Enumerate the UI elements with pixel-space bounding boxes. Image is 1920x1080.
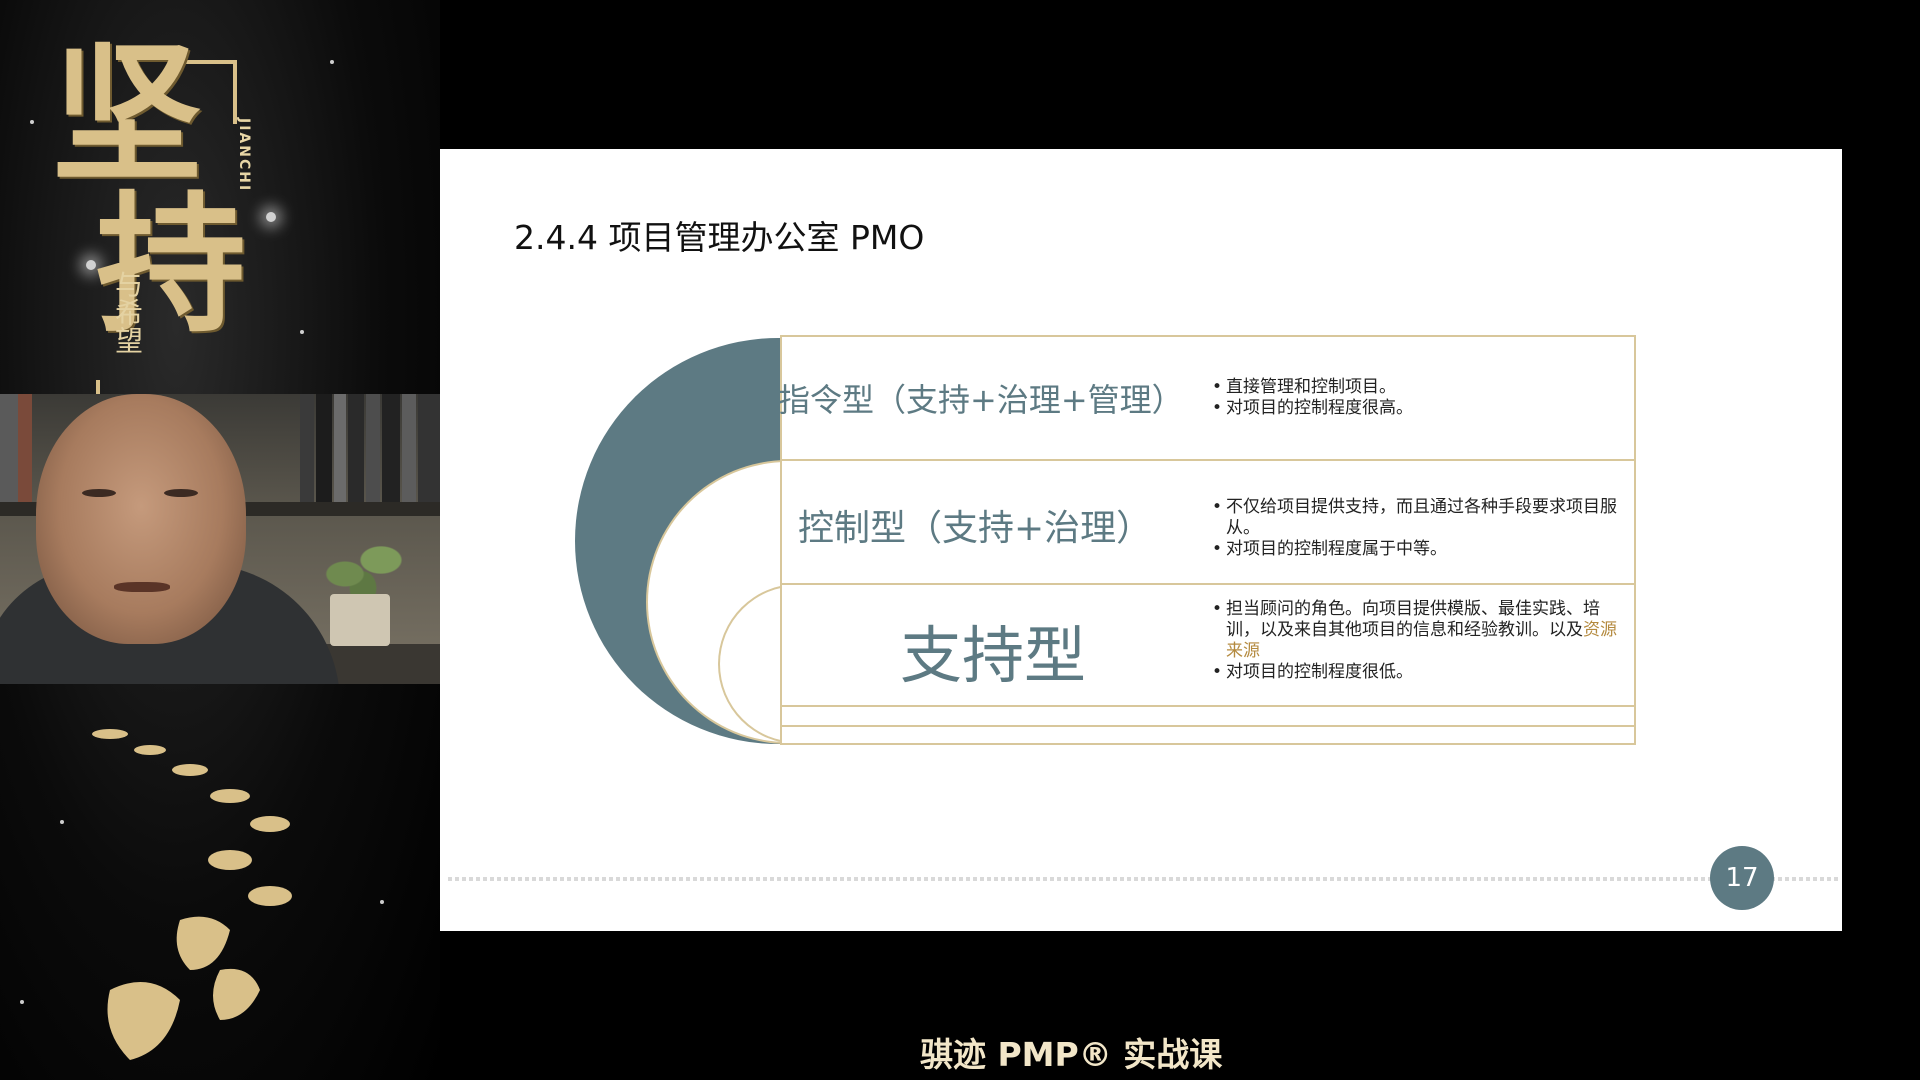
webcam-video: [0, 394, 440, 684]
dotted-divider: [448, 877, 1838, 881]
page-number-badge: 17: [1710, 846, 1774, 910]
eye: [164, 489, 198, 497]
star-decoration: [330, 60, 334, 64]
pmo-type-label: 控制型（支持+治理）: [798, 508, 1153, 549]
plant: [318, 532, 408, 602]
bullet-list: 不仅给项目提供支持，而且通过各种手段要求项目服从。 对项目的控制程度属于中等。: [1212, 497, 1622, 560]
bullet-item: 不仅给项目提供支持，而且通过各种手段要求项目服从。: [1212, 497, 1622, 539]
star-decoration: [60, 820, 64, 824]
person-face: [36, 394, 246, 644]
pmo-row-controlling: 控制型（支持+治理） 不仅给项目提供支持，而且通过各种手段要求项目服从。 对项目…: [780, 459, 1636, 585]
footprints-illustration: [92, 729, 292, 1060]
pmo-row-empty: [780, 725, 1636, 745]
eye: [82, 489, 116, 497]
bullet-item: 对项目的控制程度很高。: [1212, 398, 1622, 419]
pmo-type-label: 支持型: [900, 619, 1087, 692]
bullet-item: 担当顾问的角色。向项目提供模版、最佳实践、培训，以及来自其他项目的信息和经验教训…: [1212, 599, 1622, 662]
star-decoration: [266, 212, 276, 222]
star-decoration: [20, 1000, 24, 1004]
bullet-list: 直接管理和控制项目。 对项目的控制程度很高。: [1212, 377, 1622, 419]
pinyin-label: JIANCHI: [236, 118, 252, 193]
bullet-item: 对项目的控制程度很低。: [1212, 662, 1622, 683]
plant-pot: [330, 594, 390, 646]
bullet-item: 直接管理和控制项目。: [1212, 377, 1622, 398]
star-decoration: [30, 120, 34, 124]
pmo-row-directive: 指令型（支持+治理+管理） 直接管理和控制项目。 对项目的控制程度很高。: [778, 335, 1636, 461]
mouth: [114, 582, 170, 592]
pmo-row-supportive: 支持型 担当顾问的角色。向项目提供模版、最佳实践、培训，以及来自其他项目的信息和…: [780, 583, 1636, 707]
subtitle-label: 与希望: [111, 270, 144, 354]
star-decoration: [380, 900, 384, 904]
bullet-text: 担当顾问的角色。向项目提供模版、最佳实践、培训，以及来自其他项目的信息和经验教训…: [1226, 599, 1600, 640]
calligraphy-char: 坚: [52, 27, 202, 203]
slide-title: 2.4.4 项目管理办公室 PMO: [514, 218, 925, 257]
star-decoration: [300, 330, 304, 334]
bullet-item: 对项目的控制程度属于中等。: [1212, 539, 1622, 560]
bullet-list: 担当顾问的角色。向项目提供模版、最佳实践、培训，以及来自其他项目的信息和经验教训…: [1212, 599, 1622, 683]
pmo-row-empty: [780, 705, 1636, 727]
pmo-type-label: 指令型（支持+治理+管理）: [778, 381, 1184, 419]
course-watermark: 骐迹 PMP® 实战课: [920, 1035, 1223, 1074]
calligraphy-title: 坚 持: [52, 40, 252, 340]
presentation-slide: 2.4.4 项目管理办公室 PMO 指令型（支持+治理+管理） 直接管理和控制项…: [440, 149, 1842, 931]
